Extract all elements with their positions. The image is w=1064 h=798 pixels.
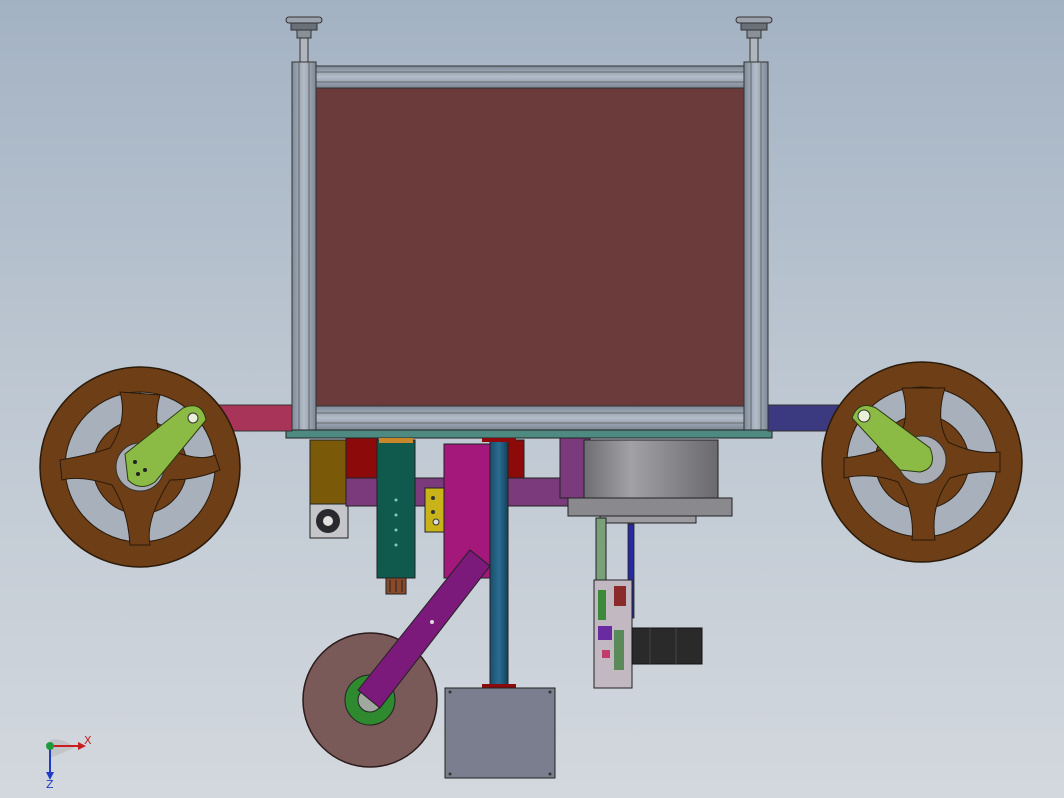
teal-actuator: [376, 439, 416, 579]
mount-plate: [285, 429, 773, 439]
cad-viewport[interactable]: [0, 0, 1064, 798]
leveling-foot-left: [285, 16, 323, 63]
vertical-post: [489, 439, 509, 689]
frame-rail-top: [291, 65, 767, 89]
leveling-foot-right: [735, 16, 773, 63]
frame-post-right: [743, 61, 769, 433]
base-box[interactable]: [444, 687, 556, 779]
z-axis-label: Z: [46, 778, 54, 788]
red-block-right: [505, 439, 525, 479]
stepper-assembly[interactable]: [593, 517, 703, 689]
drum-motor[interactable]: [559, 437, 733, 524]
frame-post-left: [291, 61, 317, 433]
main-frame[interactable]: [285, 61, 773, 439]
back-panel: [315, 87, 745, 407]
red-block-left: [345, 437, 379, 479]
yellow-bracket: [424, 487, 446, 533]
coordinate-triad: X Z: [46, 734, 92, 788]
olive-bracket: [309, 439, 349, 505]
frame-rail-bottom: [291, 405, 767, 431]
origin-dot: [46, 742, 54, 750]
x-axis-label: X: [84, 734, 92, 747]
stepper-motor: [631, 627, 703, 665]
